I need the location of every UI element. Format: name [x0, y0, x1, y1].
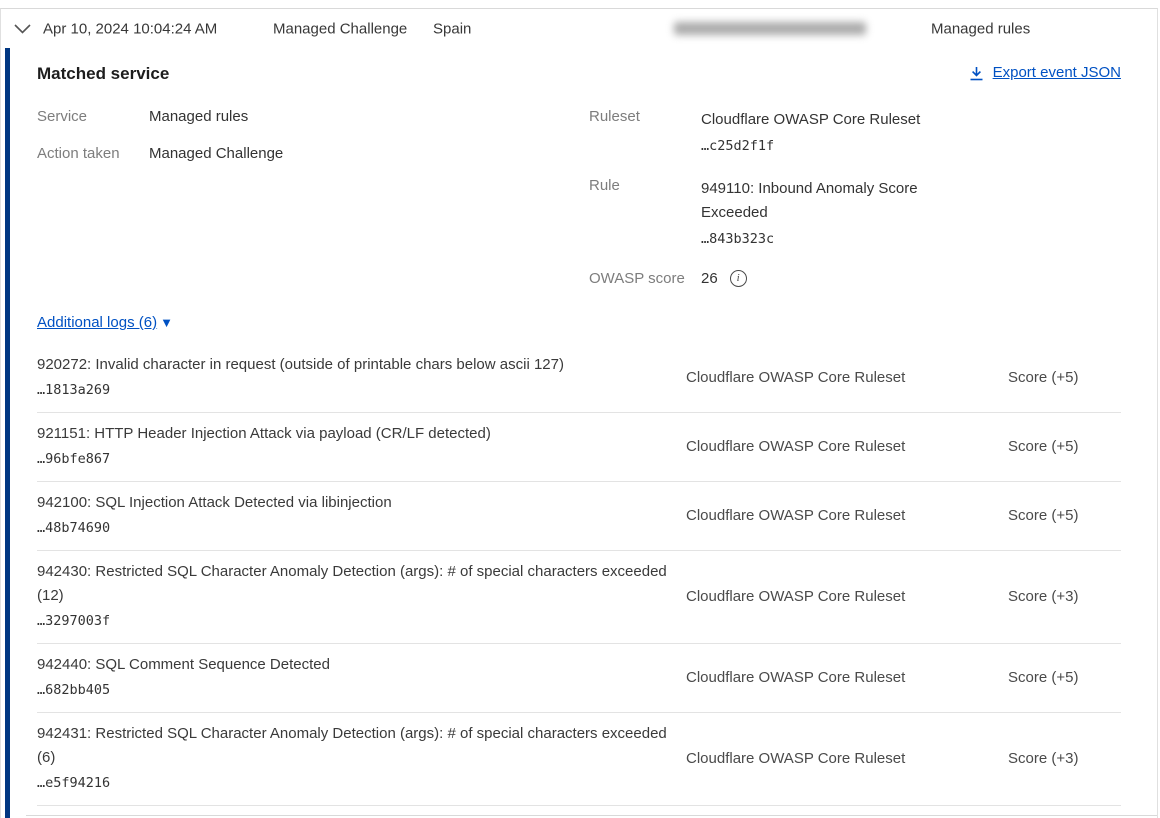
service-value: Managed rules: [149, 108, 248, 125]
log-row: 942440: SQL Comment Sequence Detected …6…: [37, 644, 1121, 713]
log-score: Score (+5): [1008, 369, 1121, 386]
owasp-score-label: OWASP score: [589, 270, 701, 287]
ruleset-name: Cloudflare OWASP Core Ruleset: [701, 108, 946, 132]
log-score: Score (+3): [1008, 750, 1121, 767]
download-icon: [969, 64, 984, 81]
export-event-json-label: Export event JSON: [993, 64, 1121, 81]
log-score: Score (+5): [1008, 669, 1121, 686]
log-rule-id: …3297003f: [37, 609, 686, 633]
event-service: Managed rules: [931, 20, 1030, 37]
log-rule-id: …48b74690: [37, 516, 686, 540]
rule-label: Rule: [589, 177, 701, 251]
log-rule-description: 942430: Restricted SQL Character Anomaly…: [37, 560, 686, 608]
matched-service-title: Matched service: [37, 64, 169, 84]
ruleset-id: …c25d2f1f: [701, 134, 946, 158]
redacted-value: [674, 22, 866, 35]
log-row: 942431: Restricted SQL Character Anomaly…: [37, 713, 1121, 806]
log-row: 942430: Restricted SQL Character Anomaly…: [37, 551, 1121, 644]
log-rule-id: …682bb405: [37, 678, 686, 702]
expanded-row-accent-bar: [5, 48, 10, 818]
service-field: Service Managed rules: [37, 108, 589, 125]
event-summary-row[interactable]: Apr 10, 2024 10:04:24 AM Managed Challen…: [1, 9, 1157, 48]
chevron-down-icon[interactable]: [14, 24, 31, 34]
log-ruleset-name: Cloudflare OWASP Core Ruleset: [686, 438, 1008, 455]
caret-down-icon: ▼: [160, 315, 173, 330]
export-event-json-link[interactable]: Export event JSON: [969, 64, 1121, 81]
ruleset-label: Ruleset: [589, 108, 701, 158]
log-ruleset-name: Cloudflare OWASP Core Ruleset: [686, 369, 1008, 386]
log-rule-id: …96bfe867: [37, 447, 686, 471]
rule-field: Rule 949110: Inbound Anomaly Score Excee…: [589, 177, 1121, 251]
additional-logs-label: Additional logs (6): [37, 314, 157, 331]
event-detail-section: Matched service Export event JSON Servic…: [1, 48, 1157, 818]
log-ruleset-name: Cloudflare OWASP Core Ruleset: [686, 507, 1008, 524]
event-action: Managed Challenge: [273, 20, 407, 37]
log-row: 920272: Invalid character in request (ou…: [37, 344, 1121, 413]
next-event-row-divider: [26, 815, 1157, 816]
owasp-score-field: OWASP score 26 i: [589, 270, 1121, 287]
log-score: Score (+5): [1008, 438, 1121, 455]
log-ruleset-name: Cloudflare OWASP Core Ruleset: [686, 669, 1008, 686]
additional-logs-toggle[interactable]: Additional logs (6) ▼: [37, 314, 173, 331]
firewall-event-panel: Apr 10, 2024 10:04:24 AM Managed Challen…: [0, 8, 1158, 818]
matched-service-right-fields: Ruleset Cloudflare OWASP Core Ruleset …c…: [589, 108, 1121, 287]
event-country: Spain: [433, 20, 471, 37]
log-rule-id: …1813a269: [37, 378, 686, 402]
log-score: Score (+3): [1008, 588, 1121, 605]
action-taken-label: Action taken: [37, 145, 149, 162]
matched-service-left-fields: Service Managed rules Action taken Manag…: [37, 108, 589, 287]
ruleset-field: Ruleset Cloudflare OWASP Core Ruleset …c…: [589, 108, 1121, 158]
log-rule-description: 920272: Invalid character in request (ou…: [37, 353, 686, 377]
log-rule-description: 942431: Restricted SQL Character Anomaly…: [37, 722, 686, 770]
log-score: Score (+5): [1008, 507, 1121, 524]
rule-id: …843b323c: [701, 227, 946, 251]
log-rule-id: …e5f94216: [37, 771, 686, 795]
log-ruleset-name: Cloudflare OWASP Core Ruleset: [686, 750, 1008, 767]
owasp-score-value: 26: [701, 270, 718, 287]
log-rule-description: 942440: SQL Comment Sequence Detected: [37, 653, 686, 677]
log-rule-description: 921151: HTTP Header Injection Attack via…: [37, 422, 686, 446]
log-rule-description: 942100: SQL Injection Attack Detected vi…: [37, 491, 686, 515]
log-ruleset-name: Cloudflare OWASP Core Ruleset: [686, 588, 1008, 605]
log-row: 942100: SQL Injection Attack Detected vi…: [37, 482, 1121, 551]
service-label: Service: [37, 108, 149, 125]
action-taken-value: Managed Challenge: [149, 145, 283, 162]
info-icon[interactable]: i: [730, 270, 747, 287]
log-row: 921151: HTTP Header Injection Attack via…: [37, 413, 1121, 482]
rule-name: 949110: Inbound Anomaly Score Exceeded: [701, 177, 946, 225]
event-timestamp: Apr 10, 2024 10:04:24 AM: [43, 20, 217, 37]
action-taken-field: Action taken Managed Challenge: [37, 145, 589, 162]
additional-logs-list: 920272: Invalid character in request (ou…: [37, 344, 1121, 806]
